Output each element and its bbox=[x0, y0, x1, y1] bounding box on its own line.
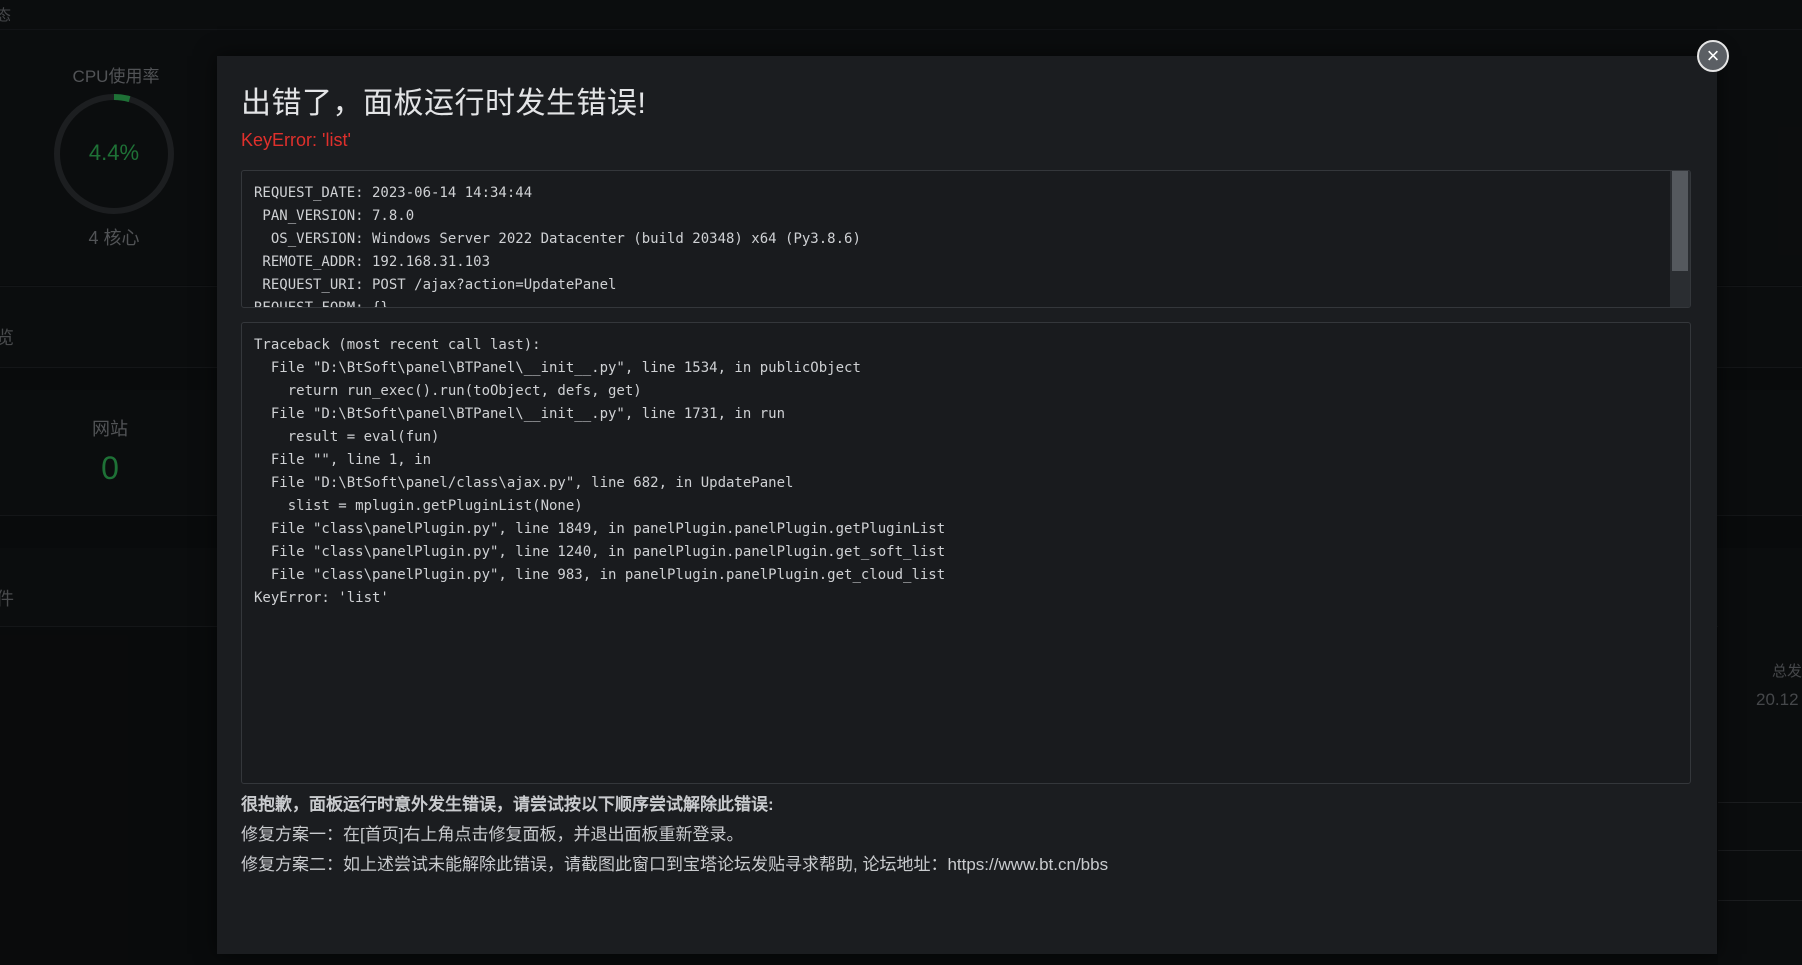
close-icon: × bbox=[1706, 43, 1720, 68]
request-info-box[interactable]: REQUEST_DATE: 2023-06-14 14:34:44 PAN_VE… bbox=[241, 170, 1691, 308]
dialog-title: 出错了，面板运行时发生错误! bbox=[241, 87, 647, 120]
error-message: KeyError: 'list' bbox=[241, 130, 351, 150]
request-info-text: REQUEST_DATE: 2023-06-14 14:34:44 PAN_VE… bbox=[254, 185, 861, 308]
help-heading: 很抱歉，面板运行时意外发生错误，请尝试按以下顺序尝试解除此错误: bbox=[241, 795, 774, 814]
traceback-box[interactable]: Traceback (most recent call last): File … bbox=[241, 322, 1691, 784]
traceback-text: Traceback (most recent call last): File … bbox=[254, 337, 946, 606]
error-dialog: 出错了，面板运行时发生错误! KeyError: 'list' REQUEST_… bbox=[217, 56, 1717, 954]
scrollbar-thumb[interactable] bbox=[1672, 171, 1688, 271]
close-dialog-button[interactable]: × bbox=[1697, 40, 1729, 72]
request-info-scrollbar[interactable] bbox=[1670, 171, 1690, 307]
fix-option-one: 修复方案一：在[首页]右上角点击修复面板，并退出面板重新登录。 bbox=[241, 825, 744, 844]
fix-option-two[interactable]: 修复方案二：如上述尝试未能解除此错误，请截图此窗口到宝塔论坛发贴寻求帮助, 论坛… bbox=[241, 850, 1108, 875]
